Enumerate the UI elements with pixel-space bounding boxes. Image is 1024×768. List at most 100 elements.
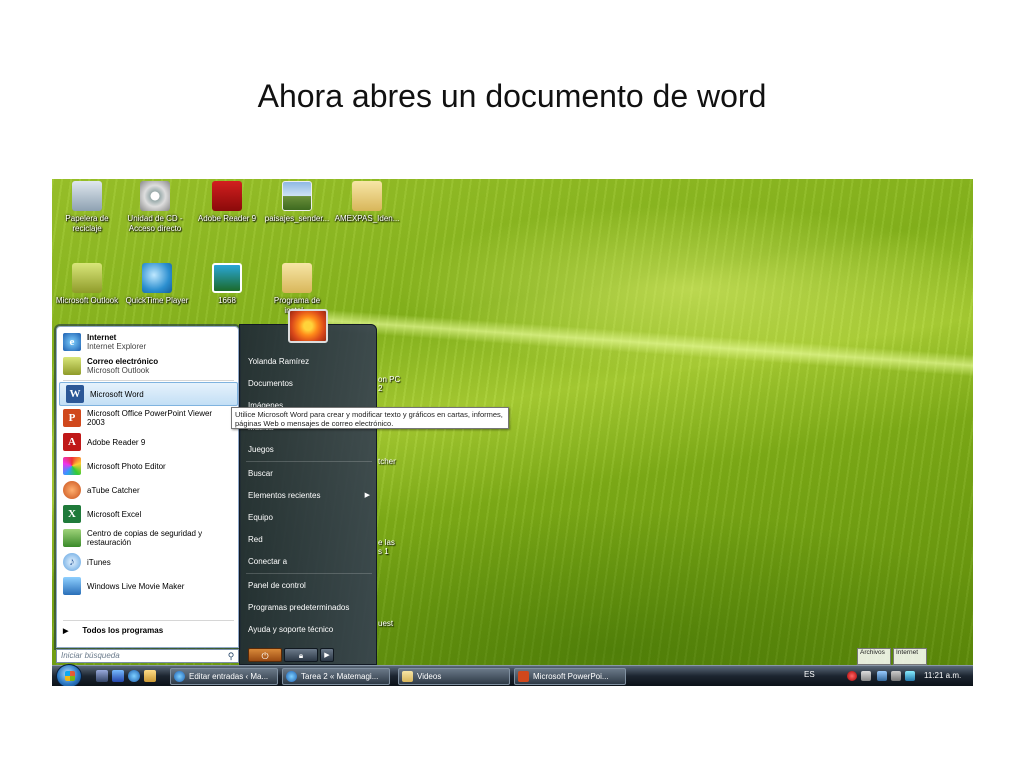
start-right-network[interactable]: Red — [248, 532, 372, 548]
media-icon[interactable] — [144, 670, 156, 682]
start-right-recent-items[interactable]: Elementos recientes ▶ — [248, 488, 372, 504]
start-right-computer[interactable]: Equipo — [248, 510, 372, 526]
desktop-peek-label: on PC — [378, 375, 401, 384]
desktop-icon-adobe-reader[interactable]: Adobe Reader 9 — [192, 181, 262, 224]
all-programs-button[interactable]: ▶ Todos los programas — [63, 626, 233, 635]
start-item-backup-center[interactable]: Centro de copias de seguridad y restaura… — [57, 526, 240, 550]
start-item-sublabel: restauración — [87, 538, 132, 547]
volume-icon[interactable] — [891, 671, 901, 681]
ie-icon — [286, 671, 297, 682]
start-right-user[interactable]: Yolanda Ramírez — [248, 354, 372, 370]
desktop-icon-label: Unidad de CD - Acceso directo — [127, 214, 183, 233]
desktop-peek-label: e las — [378, 538, 395, 547]
start-item-photo-editor[interactable]: Microsoft Photo Editor — [57, 454, 240, 478]
start-right-help-support[interactable]: Ayuda y soporte técnico — [248, 622, 372, 638]
start-item-label: Internet — [87, 333, 117, 342]
chevron-right-icon: ▶ — [364, 492, 370, 499]
start-search-input[interactable]: Iniciar búsqueda ⚲ — [56, 649, 239, 663]
start-right-documents[interactable]: Documentos — [248, 376, 372, 392]
start-item-microsoft-word[interactable]: W Microsoft Word — [59, 382, 238, 406]
lock-icon: 🔒︎ — [298, 651, 304, 660]
start-item-label: aTube Catcher — [87, 485, 140, 495]
start-item-label: Adobe Reader 9 — [87, 437, 146, 447]
start-right-connect-to[interactable]: Conectar a — [248, 554, 372, 570]
language-indicator[interactable]: ES — [804, 670, 815, 679]
start-right-search[interactable]: Buscar — [248, 466, 372, 482]
network-icon[interactable] — [877, 671, 887, 681]
outlook-icon — [72, 263, 102, 293]
desktop-peek-label: s 1 — [378, 547, 389, 556]
dvd-drive-icon — [140, 181, 170, 211]
shutdown-options-button[interactable]: ▶ — [320, 648, 334, 662]
desktop-icon-outlook[interactable]: Microsoft Outlook — [52, 263, 122, 306]
desktop-icon-label: paisajes_sender... — [264, 214, 330, 223]
start-item-sublabel: Internet Explorer — [87, 342, 147, 351]
start-button[interactable] — [56, 664, 82, 686]
desktop-icon-paisajes[interactable]: paisajes_sender... — [262, 181, 332, 224]
start-item-atube-catcher[interactable]: aTube Catcher — [57, 478, 240, 502]
desktop-icon-1668[interactable]: 1668 — [192, 263, 262, 306]
start-item-adobe-reader[interactable]: A Adobe Reader 9 — [57, 430, 240, 454]
start-item-email[interactable]: Correo electrónico Microsoft Outlook — [57, 354, 240, 378]
start-right-control-panel[interactable]: Panel de control — [248, 578, 372, 594]
gadget-internet[interactable]: Internet — [893, 648, 927, 665]
user-picture-flower-icon[interactable] — [288, 309, 328, 343]
desktop-screenshot: Papelera de reciclaje Unidad de CD - Acc… — [52, 179, 973, 686]
start-item-label: Microsoft Photo Editor — [87, 461, 166, 471]
desktop-icon-label: Adobe Reader 9 — [197, 214, 257, 223]
gadget-archivos[interactable]: Archivos — [857, 648, 891, 665]
task-label: Tarea 2 « Matemagi... — [301, 672, 379, 681]
taskbar-task-powerpoint[interactable]: Microsoft PowerPoi... — [514, 668, 626, 685]
desktop-peek-label: 2 — [378, 384, 383, 393]
word-tooltip: Utilice Microsoft Word para crear y modi… — [231, 407, 509, 429]
start-item-movie-maker[interactable]: Windows Live Movie Maker — [57, 574, 240, 598]
task-label: Editar entradas ‹ Ma... — [189, 672, 269, 681]
excel-icon: X — [63, 505, 81, 523]
taskbar-task-tarea-2[interactable]: Tarea 2 « Matemagi... — [282, 668, 390, 685]
start-item-label: iTunes — [87, 557, 111, 567]
lock-button[interactable]: 🔒︎ — [284, 648, 318, 662]
folder-icon — [402, 671, 413, 682]
desktop-icon-amexpas[interactable]: AMEXPAS_Iden... — [332, 181, 402, 224]
start-menu-programs-pane: e Internet Internet Explorer Correo elec… — [56, 326, 239, 648]
start-right-label: Elementos recientes — [248, 491, 321, 500]
folder-icon — [282, 263, 312, 293]
antivirus-icon[interactable] — [847, 671, 857, 681]
device-icon[interactable] — [861, 671, 871, 681]
start-item-internet[interactable]: e Internet Internet Explorer — [57, 330, 240, 354]
desktop-icon-label: QuickTime Player — [125, 296, 189, 305]
start-menu-places-pane: Yolanda Ramírez Documentos Imágenes Músi… — [239, 324, 377, 665]
desktop-icon-label: 1668 — [218, 296, 236, 305]
pdf-icon — [212, 181, 242, 211]
word-icon: W — [66, 385, 84, 403]
desktop-icon-cd-drive[interactable]: Unidad de CD - Acceso directo — [120, 181, 190, 234]
start-item-label: Correo electrónico — [87, 357, 159, 366]
desktop-icon-recycle-bin[interactable]: Papelera de reciclaje — [52, 181, 122, 234]
start-right-games[interactable]: Juegos — [248, 442, 372, 458]
triangle-right-icon: ▶ — [63, 627, 69, 635]
switch-windows-icon[interactable] — [112, 670, 124, 682]
ie-icon[interactable] — [128, 670, 140, 682]
start-item-itunes[interactable]: ♪ iTunes — [57, 550, 240, 574]
start-item-label: Microsoft Word — [90, 389, 144, 399]
bluetooth-icon[interactable] — [905, 671, 915, 681]
search-icon[interactable]: ⚲ — [226, 651, 236, 661]
power-button[interactable]: ⏻ — [248, 648, 282, 662]
start-item-powerpoint-viewer[interactable]: P Microsoft Office PowerPoint Viewer 200… — [57, 406, 240, 430]
windows-logo-icon — [65, 671, 75, 681]
start-item-microsoft-excel[interactable]: X Microsoft Excel — [57, 502, 240, 526]
taskbar-task-videos[interactable]: Videos — [398, 668, 510, 685]
leaf-highlight — [291, 307, 973, 378]
taskbar-clock[interactable]: 11:21 a.m. — [924, 671, 961, 680]
powerpoint-icon: P — [63, 409, 81, 427]
quicktime-icon — [142, 263, 172, 293]
ie-icon: e — [63, 333, 81, 351]
start-item-label: Microsoft Office PowerPoint Viewer — [87, 409, 213, 418]
slide: Ahora abres un documento de word Papeler… — [0, 0, 1024, 768]
start-item-label: Microsoft Excel — [87, 509, 142, 519]
taskbar-task-editar-entradas[interactable]: Editar entradas ‹ Ma... — [170, 668, 278, 685]
start-right-default-programs[interactable]: Programas predeterminados — [248, 600, 372, 616]
desktop-icon-quicktime[interactable]: QuickTime Player — [122, 263, 192, 306]
show-desktop-icon[interactable] — [96, 670, 108, 682]
menu-separator — [246, 461, 372, 462]
